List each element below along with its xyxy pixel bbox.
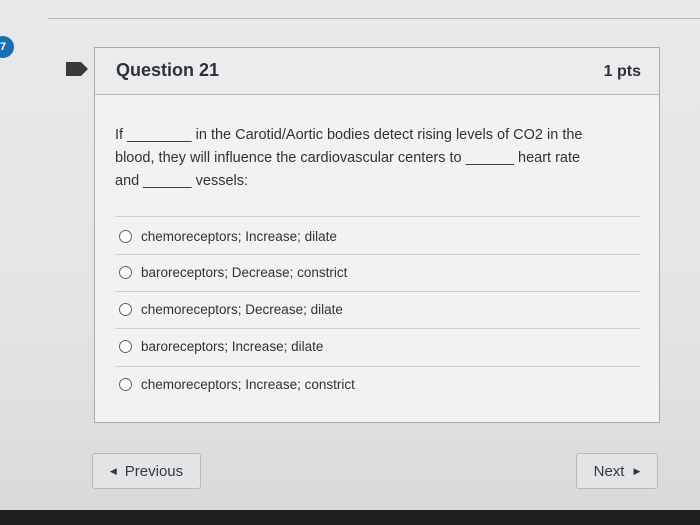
triangle-left-icon: ◀ [109,465,117,476]
radio-button[interactable] [119,377,132,391]
question-title: Question 21 [116,60,220,80]
answer-divider [115,291,640,292]
question-text-line: and ______ vessels: [115,173,249,189]
question-header: Question 21 1 pts [95,48,659,95]
question-text-line: blood, they will influence the cardiovas… [115,150,581,166]
answer-option[interactable]: chemoreceptors; Increase; dilate [119,225,619,247]
radio-button[interactable] [119,265,132,279]
answer-option[interactable]: chemoreceptors; Decrease; dilate [119,298,619,320]
answer-option[interactable]: baroreceptors; Decrease; constrict [119,261,619,283]
next-label: Next [593,462,625,480]
question-text: If ________ in the Carotid/Aortic bodies… [115,124,635,193]
bookmark-flag-icon[interactable] [66,62,88,76]
radio-button[interactable] [119,229,132,243]
next-button[interactable]: Next ▶ [576,453,658,489]
question-card: Question 21 1 pts If ________ in the Car… [94,47,660,423]
answer-label[interactable]: chemoreceptors; Increase; dilate [141,229,337,244]
answer-option[interactable]: baroreceptors; Increase; dilate [119,335,619,357]
radio-button[interactable] [119,339,132,353]
answer-label[interactable]: chemoreceptors; Increase; constrict [141,377,355,392]
question-points: 1 pts [603,63,641,80]
top-rule [48,18,700,19]
previous-label: Previous [124,462,184,480]
screen-bezel [0,510,700,525]
answer-label[interactable]: chemoreceptors; Decrease; dilate [141,302,343,317]
answer-option[interactable]: chemoreceptors; Increase; constrict [119,373,619,395]
answer-divider [115,254,640,255]
question-number-badge[interactable]: 7 [0,36,14,58]
radio-button[interactable] [119,302,132,316]
question-text-line: If ________ in the Carotid/Aortic bodies… [115,127,583,143]
answer-divider [115,366,640,367]
triangle-right-icon: ▶ [633,465,641,476]
previous-button[interactable]: ◀ Previous [92,453,201,489]
answer-divider [115,216,640,217]
answer-divider [115,328,640,329]
answer-label[interactable]: baroreceptors; Decrease; constrict [141,265,347,280]
answer-label[interactable]: baroreceptors; Increase; dilate [141,339,323,354]
